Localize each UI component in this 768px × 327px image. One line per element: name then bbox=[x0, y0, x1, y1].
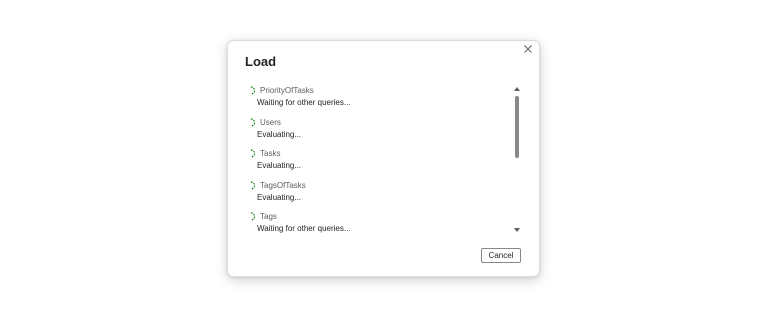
query-status: Evaluating... bbox=[257, 129, 302, 139]
query-item: Users Evaluating... bbox=[249, 116, 509, 148]
load-dialog: Load PriorityOfTasks Waiting for other q… bbox=[227, 40, 540, 277]
loading-spinner-icon bbox=[250, 180, 256, 190]
caret-down-icon bbox=[514, 228, 520, 232]
close-button[interactable] bbox=[521, 42, 535, 56]
query-status: Evaluating... bbox=[257, 192, 302, 202]
query-name: TagsOfTasks bbox=[260, 180, 306, 190]
query-name: Tags bbox=[260, 212, 277, 221]
query-item: Tasks Evaluating... bbox=[249, 147, 509, 179]
query-name: Tasks bbox=[260, 149, 281, 158]
scroll-up-button[interactable] bbox=[513, 86, 521, 92]
query-status: Waiting for other queries... bbox=[257, 98, 351, 107]
loading-spinner-icon bbox=[250, 149, 256, 158]
query-item: PriorityOfTasks Waiting for other querie… bbox=[249, 84, 509, 116]
query-name: PriorityOfTasks bbox=[260, 86, 314, 95]
query-item: Tags Waiting for other queries... bbox=[249, 210, 509, 236]
query-list: PriorityOfTasks Waiting for other querie… bbox=[249, 84, 509, 236]
query-status: Waiting for other queries... bbox=[257, 224, 351, 233]
query-item: TagsOfTasks Evaluating... bbox=[249, 179, 509, 211]
cancel-button[interactable]: Cancel bbox=[481, 248, 521, 263]
dialog-title: Load bbox=[245, 54, 277, 69]
loading-spinner-icon bbox=[250, 212, 256, 221]
vertical-scrollbar[interactable] bbox=[513, 86, 521, 233]
query-status: Evaluating... bbox=[257, 161, 302, 170]
caret-up-icon bbox=[514, 87, 520, 91]
scroll-down-button[interactable] bbox=[513, 227, 521, 233]
close-icon bbox=[524, 45, 532, 53]
scrollbar-thumb[interactable] bbox=[515, 96, 519, 158]
loading-spinner-icon bbox=[250, 86, 256, 95]
loading-spinner-icon bbox=[250, 117, 256, 127]
query-name: Users bbox=[260, 117, 281, 127]
